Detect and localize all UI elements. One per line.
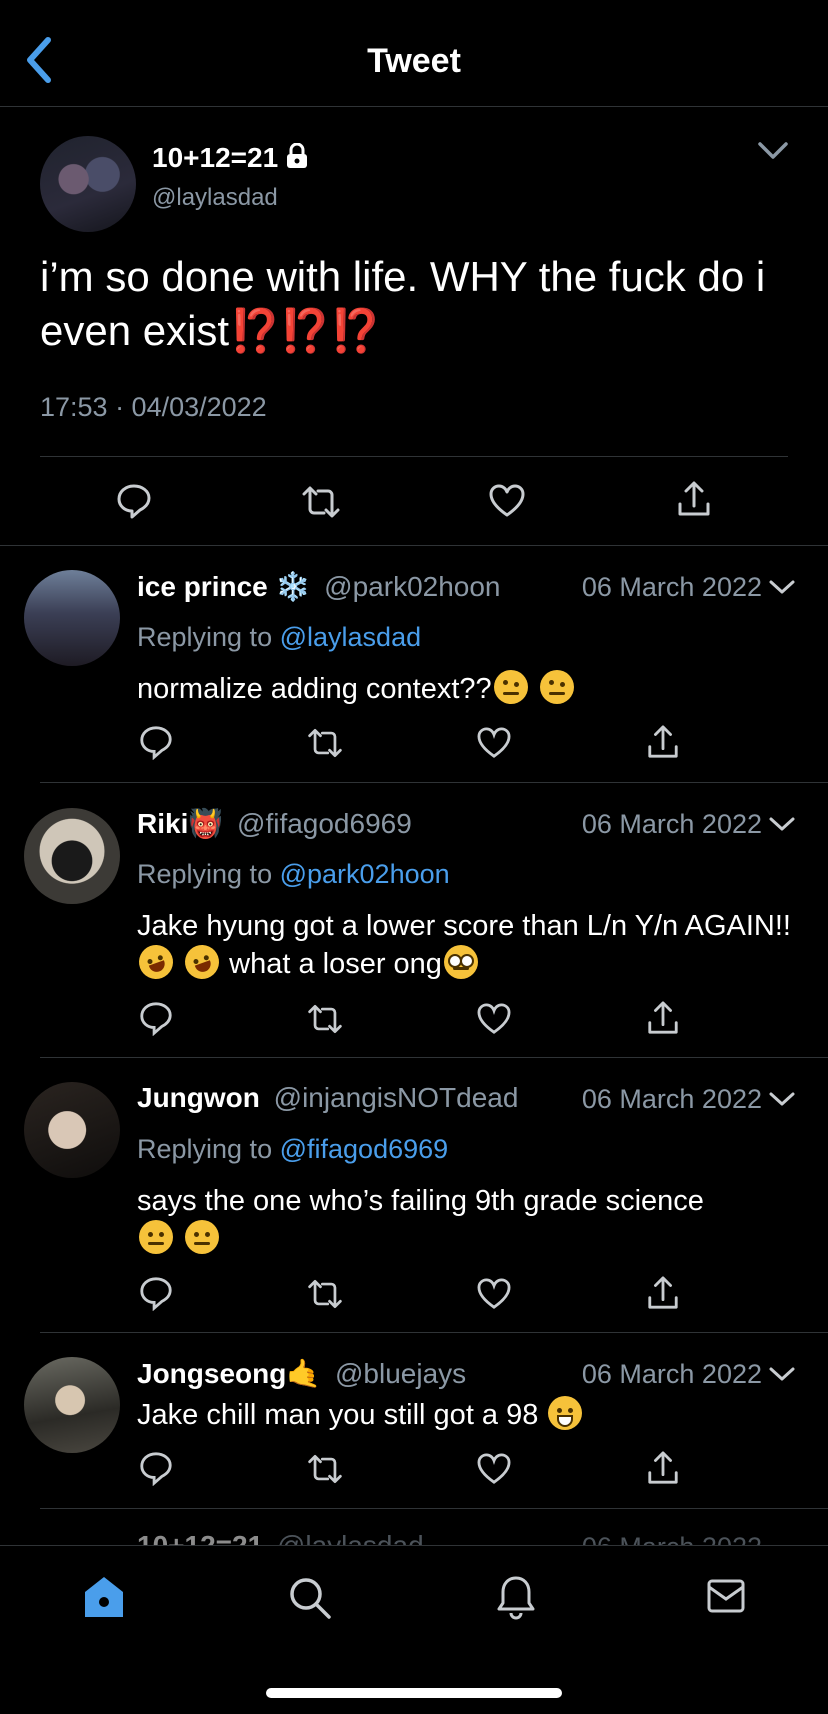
raised-eyebrow-emoji — [539, 670, 574, 704]
reply-date: 06 March 2022 — [582, 1532, 762, 1545]
divider — [40, 1332, 828, 1333]
share-icon[interactable] — [646, 1450, 680, 1486]
reply-icon[interactable] — [115, 482, 153, 520]
avatar[interactable] — [40, 136, 136, 232]
avatar[interactable] — [24, 1082, 120, 1178]
heart-icon[interactable] — [476, 727, 512, 759]
retweet-icon[interactable] — [306, 1452, 344, 1486]
share-icon[interactable] — [646, 1275, 680, 1311]
next-reply-peek: 10+12=21 @laylasdad 06 March 2022 — [0, 1520, 828, 1545]
reply-icon[interactable] — [138, 1450, 174, 1486]
share-icon[interactable] — [646, 1000, 680, 1036]
display-name[interactable]: 10+12=21 — [152, 142, 308, 176]
divider — [40, 1057, 828, 1058]
reply-author[interactable]: Jongseong🤙 @bluejays — [137, 1357, 466, 1390]
reply-text: says the one who’s failing 9th grade sci… — [137, 1182, 797, 1258]
retweet-icon[interactable] — [306, 1277, 344, 1311]
reply-icon[interactable] — [138, 1000, 174, 1036]
rofl-emoji — [134, 940, 178, 984]
call-me-hand-emoji: 🤙 — [286, 1358, 322, 1389]
reply-text: Jake chill man you still got a 98 — [137, 1396, 797, 1434]
search-icon[interactable] — [288, 1576, 332, 1620]
mention-link[interactable]: @park02hoon — [280, 859, 450, 889]
page-title: Tweet — [367, 42, 461, 80]
avatar[interactable] — [24, 570, 120, 666]
reply-text: normalize adding context?? — [137, 670, 797, 708]
replying-to: Replying to @fifagod6969 — [137, 1134, 449, 1164]
bell-icon[interactable] — [496, 1574, 536, 1620]
reply-text: Jake hyung got a lower score than L/n Y/… — [134, 907, 797, 984]
caret-down-icon[interactable] — [756, 138, 790, 164]
rofl-emoji — [180, 940, 224, 984]
divider — [40, 1508, 828, 1509]
share-icon[interactable] — [676, 480, 712, 518]
lock-icon — [286, 142, 308, 176]
home-indicator — [266, 1688, 562, 1698]
reply-author: 10+12=21 @laylasdad — [137, 1530, 424, 1545]
neutral-face-emoji — [139, 1220, 173, 1254]
neutral-face-emoji — [185, 1220, 220, 1254]
caret-down-icon[interactable] — [768, 814, 796, 834]
tweet-timestamp: 17:53 · 04/03/2022 — [40, 392, 267, 422]
heart-icon[interactable] — [488, 484, 526, 518]
caret-down-icon[interactable] — [768, 1364, 796, 1384]
divider — [40, 456, 788, 457]
reply-date: 06 March 2022 — [581, 1084, 762, 1114]
retweet-icon[interactable] — [306, 726, 344, 760]
ogre-emoji: 👹 — [188, 808, 224, 839]
caret-down-icon[interactable] — [768, 577, 796, 597]
reply-author[interactable]: ice prince ❄️ @park02hoon — [137, 570, 501, 603]
top-nav-bar: Tweet — [0, 0, 828, 107]
divider — [0, 545, 828, 546]
heart-icon[interactable] — [476, 1003, 512, 1035]
reply-author[interactable]: Jungwon @injangisNOTdead — [137, 1082, 518, 1114]
reply-date: 06 March 2022 — [581, 572, 762, 602]
snowflake-emoji: ❄️ — [275, 571, 311, 602]
grinning-emoji — [548, 1396, 583, 1430]
avatar[interactable] — [24, 808, 120, 904]
heart-icon[interactable] — [476, 1453, 512, 1485]
home-icon[interactable] — [82, 1574, 126, 1620]
reply-icon[interactable] — [138, 724, 174, 760]
tweet-text: i’m so done with life. WHY the fuck do i… — [40, 253, 766, 354]
reply-date: 06 March 2022 — [581, 809, 762, 839]
nerd-emoji — [443, 945, 478, 979]
share-icon[interactable] — [646, 724, 680, 760]
retweet-icon[interactable] — [300, 484, 342, 520]
user-handle[interactable]: @laylasdad — [152, 184, 278, 212]
retweet-icon[interactable] — [306, 1002, 344, 1036]
reply-author[interactable]: Riki👹 @fifagod6969 — [137, 807, 412, 840]
reply-date: 06 March 2022 — [581, 1359, 762, 1389]
mention-link[interactable]: @fifagod6969 — [280, 1134, 449, 1164]
replying-to: Replying to @laylasdad — [137, 622, 422, 652]
raised-eyebrow-emoji — [493, 670, 528, 704]
replying-to: Replying to @park02hoon — [137, 859, 450, 889]
reply-icon[interactable] — [138, 1275, 174, 1311]
mail-icon[interactable] — [706, 1578, 746, 1614]
divider — [40, 782, 828, 783]
avatar[interactable] — [24, 1357, 120, 1453]
exclamation-question-emoji: ⁉️⁉️⁉️ — [229, 307, 382, 354]
mention-link[interactable]: @laylasdad — [280, 622, 422, 652]
caret-down-icon[interactable] — [768, 1089, 796, 1109]
heart-icon[interactable] — [476, 1278, 512, 1310]
